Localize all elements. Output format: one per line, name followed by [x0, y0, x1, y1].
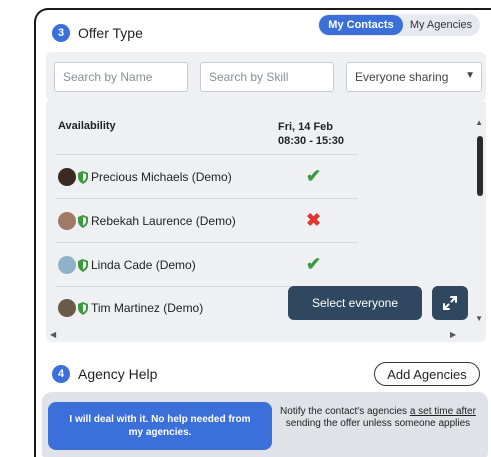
table-row[interactable]: Tim Martinez (Demo): [58, 295, 203, 321]
search-skill-input[interactable]: Search by Skill: [200, 62, 334, 92]
row-divider: [56, 198, 358, 199]
row-divider: [56, 242, 358, 243]
shield-icon: [78, 258, 88, 272]
scroll-left-arrow-icon[interactable]: ◀: [50, 330, 56, 339]
vertical-scroll-thumb[interactable]: [477, 136, 483, 196]
available-check-icon: ✔: [306, 166, 322, 186]
date-header-day: Fri, 14 Feb: [278, 121, 334, 133]
avatar: [58, 168, 76, 186]
contacts-table: Availability Fri, 14 Feb 08:30 - 15:30 P…: [46, 102, 486, 342]
notify-agencies-option[interactable]: Notify the contact's agencies a set time…: [278, 406, 478, 430]
notify-text-start: Notify the contact's agencies: [280, 406, 410, 417]
expand-icon: [443, 296, 457, 310]
table-row[interactable]: Linda Cade (Demo): [58, 252, 196, 278]
unavailable-cross-icon: ✖: [306, 210, 322, 230]
avatar: [58, 212, 76, 230]
date-header: Fri, 14 Feb 08:30 - 15:30: [278, 120, 344, 148]
add-agencies-button[interactable]: Add Agencies: [374, 362, 480, 386]
scroll-right-arrow-icon[interactable]: ▶: [450, 330, 456, 339]
expand-button[interactable]: [432, 286, 468, 320]
shield-icon: [78, 170, 88, 184]
filter-bar: Search by Name Search by Skill Everyone …: [46, 52, 486, 102]
notify-text-end: sending the offer unless someone applies: [285, 418, 471, 429]
set-time-after-link[interactable]: a set time after: [410, 406, 476, 417]
shield-icon: [78, 214, 88, 228]
contact-name: Rebekah Laurence (Demo): [91, 214, 236, 228]
shield-icon: [78, 301, 88, 315]
my-agencies-tab[interactable]: My Agencies: [403, 15, 479, 35]
contact-name: Tim Martinez (Demo): [91, 301, 204, 315]
date-header-time: 08:30 - 15:30: [278, 135, 345, 147]
contacts-agencies-toggle: My Contacts My Agencies: [318, 14, 480, 36]
step-3-badge: 3: [52, 24, 70, 42]
agency-help-options: I will deal with it. No help needed from…: [42, 392, 488, 457]
no-help-option[interactable]: I will deal with it. No help needed from…: [48, 402, 272, 450]
table-row[interactable]: Rebekah Laurence (Demo): [58, 208, 236, 234]
avatar: [58, 256, 76, 274]
table-row[interactable]: Precious Michaels (Demo): [58, 164, 232, 190]
scroll-down-arrow-icon[interactable]: ▼: [475, 314, 483, 323]
availability-header: Availability: [58, 120, 116, 132]
offer-panel: 3 Offer Type My Contacts My Agencies Sea…: [34, 8, 491, 457]
sharing-select-value: Everyone sharing: [355, 70, 449, 84]
search-name-input[interactable]: Search by Name: [54, 62, 188, 92]
vertical-scrollbar[interactable]: [476, 122, 484, 302]
contact-name: Linda Cade (Demo): [91, 258, 196, 272]
step-4-badge: 4: [52, 365, 70, 383]
agency-help-title: Agency Help: [78, 366, 158, 382]
available-check-icon: ✔: [306, 254, 322, 274]
chevron-down-icon: ▼: [465, 70, 475, 81]
my-contacts-tab[interactable]: My Contacts: [319, 15, 403, 35]
row-divider: [56, 154, 358, 155]
offer-type-title: Offer Type: [78, 25, 143, 41]
sharing-select[interactable]: Everyone sharing ▼: [346, 62, 482, 92]
contact-name: Precious Michaels (Demo): [91, 170, 232, 184]
select-everyone-button[interactable]: Select everyone: [288, 286, 422, 320]
avatar: [58, 299, 76, 317]
